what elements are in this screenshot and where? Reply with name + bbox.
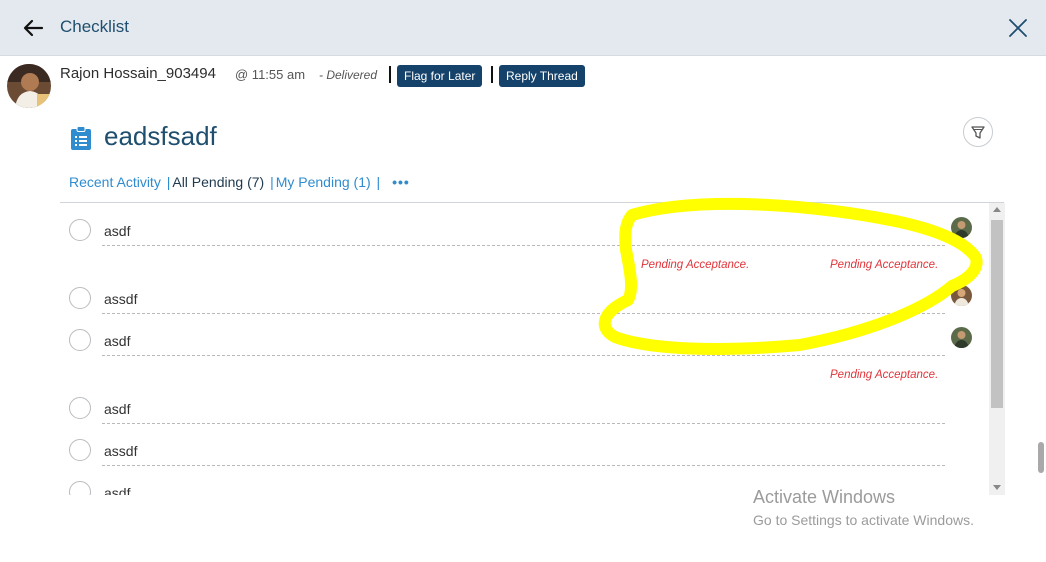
tab-separator: | [376,174,381,190]
pending-acceptance-label: Pending Acceptance. [830,369,939,381]
item-checkbox[interactable] [69,219,91,241]
item-checkbox[interactable] [69,397,91,419]
tab-recent-activity[interactable]: Recent Activity [69,174,161,190]
checklist-item[interactable]: asdf [60,381,989,424]
item-text: asdf [104,485,131,495]
sender-avatar[interactable] [7,64,51,108]
pending-acceptance-label: Pending Acceptance. [641,259,750,271]
item-checkbox[interactable] [69,481,91,495]
page-title: Checklist [60,17,129,36]
checklist-item[interactable]: assdf [60,271,989,314]
reply-thread-button[interactable]: Reply Thread [499,65,585,87]
item-text: assdf [104,443,138,459]
item-text: assdf [104,291,138,307]
filter-icon [971,126,985,139]
scroll-up-arrow-icon[interactable] [993,207,1001,212]
back-arrow-icon[interactable] [22,17,44,39]
tab-separator: | [270,174,274,190]
message-time: @ 11:55 am [235,67,306,82]
scroll-down-arrow-icon[interactable] [993,485,1001,490]
item-text: asdf [104,223,131,239]
scrollbar-thumb[interactable] [991,220,1003,408]
assignee-avatar[interactable] [951,285,972,306]
separator [491,66,493,83]
divider [102,355,945,356]
checklist-item[interactable]: asdf [60,313,989,356]
watermark-title: Activate Windows [753,487,896,507]
checklist-items[interactable]: asdf Pending Acceptance. Pending Accepta… [60,203,989,495]
close-icon[interactable] [1006,16,1030,40]
checklist-tabs: Recent Activity | All Pending (7) | My Pen… [69,174,410,190]
separator [389,66,391,83]
item-checkbox[interactable] [69,329,91,351]
pending-acceptance-label: Pending Acceptance. [830,259,939,271]
sender-name[interactable]: Rajon Hossain_903494 [60,65,216,82]
checklist-item[interactable]: asdf [60,203,989,246]
item-checkbox[interactable] [69,439,91,461]
tab-all-pending[interactable]: All Pending (7) [172,174,264,190]
flag-for-later-button[interactable]: Flag for Later [397,65,483,87]
top-bar: Checklist [0,0,1046,56]
delivery-status: - Delivered [319,68,378,82]
watermark-subtitle: Go to Settings to activate Windows. [753,512,974,528]
assignee-avatar[interactable] [951,217,972,238]
list-scrollbar[interactable] [989,203,1005,495]
item-checkbox[interactable] [69,287,91,309]
tab-separator: | [166,174,171,190]
tab-my-pending[interactable]: My Pending (1) [276,174,371,190]
filter-button[interactable] [963,117,993,147]
checklist-title: eadsfsadf [104,121,217,151]
clipboard-icon [71,126,91,150]
more-options-icon[interactable]: ••• [392,174,410,190]
checklist-item[interactable]: assdf [60,423,989,466]
windows-activation-watermark: Activate Windows Go to Settings to activ… [753,487,974,528]
page-scrollbar-thumb[interactable] [1038,442,1044,473]
item-text: asdf [104,333,131,349]
assignee-avatar[interactable] [951,327,972,348]
divider [102,245,945,246]
item-text: asdf [104,401,131,417]
